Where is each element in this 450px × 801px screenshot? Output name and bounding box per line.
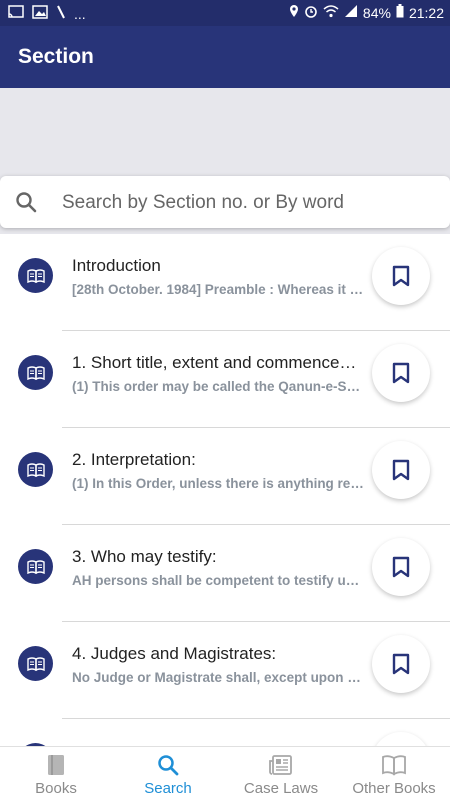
newspaper-icon: [225, 753, 337, 777]
section-excerpt: (1) This order may be called the Qanun-e…: [72, 379, 364, 394]
list-item[interactable]: 1. Short title, extent and commencement …: [0, 331, 450, 428]
bookmark-button[interactable]: [372, 732, 430, 746]
list-item[interactable]: [0, 719, 450, 746]
search-input[interactable]: [60, 186, 434, 220]
nav-label: Other Books: [352, 780, 436, 797]
book-icon: [18, 355, 53, 390]
battery-icon: [396, 4, 404, 21]
search-icon: [14, 190, 38, 219]
bookmark-icon: [392, 265, 410, 287]
clock: 21:22: [408, 4, 444, 21]
book-icon: [18, 549, 53, 584]
page-title: Section: [18, 45, 94, 68]
nav-search[interactable]: Search: [112, 747, 224, 801]
cast-icon: [8, 5, 24, 22]
list-item[interactable]: 2. Interpretation: (1) In this Order, un…: [0, 428, 450, 525]
bookmark-icon: [392, 556, 410, 578]
book-icon: [18, 258, 53, 293]
section-title: Introduction: [72, 256, 161, 275]
book-icon: [0, 753, 112, 777]
section-list: Introduction [28th October. 1984] Preamb…: [0, 234, 450, 746]
bookmark-icon: [392, 362, 410, 384]
alarm-icon: [304, 4, 318, 21]
battery-level: 84%: [362, 4, 391, 21]
image-icon: [32, 5, 48, 22]
app-bar: Section: [0, 26, 450, 88]
search-icon: [112, 753, 224, 777]
book-icon: [18, 646, 53, 681]
bookmark-icon: [392, 653, 410, 675]
list-item[interactable]: 4. Judges and Magistrates: No Judge or M…: [0, 622, 450, 719]
signal-icon: [344, 4, 358, 21]
bookmark-button[interactable]: [372, 441, 430, 499]
pen-icon: [56, 5, 66, 22]
nav-other-books[interactable]: Other Books: [338, 747, 450, 801]
wifi-icon: [323, 4, 339, 21]
open-book-icon: [338, 753, 450, 777]
bottom-navigation: Books Search Case Laws Other Books: [0, 746, 450, 801]
nav-label: Books: [35, 780, 77, 797]
bookmark-icon: [392, 459, 410, 481]
section-excerpt: [28th October. 1984] Preamble : Whereas …: [72, 282, 364, 297]
list-item[interactable]: Introduction [28th October. 1984] Preamb…: [0, 234, 450, 331]
bookmark-button[interactable]: [372, 635, 430, 693]
more-notifications: ...: [74, 5, 86, 22]
section-excerpt: No Judge or Magistrate shall, except upo…: [72, 670, 364, 685]
section-title: 3. Who may testify:: [72, 547, 217, 566]
bookmark-button[interactable]: [372, 344, 430, 402]
section-title: 2. Interpretation:: [72, 450, 196, 469]
nav-books[interactable]: Books: [0, 747, 112, 801]
bookmark-button[interactable]: [372, 538, 430, 596]
section-title: 4. Judges and Magistrates:: [72, 644, 277, 663]
nav-case-laws[interactable]: Case Laws: [225, 747, 337, 801]
location-icon: [289, 4, 299, 21]
section-excerpt: (1) In this Order, unless there is anyth…: [72, 476, 364, 491]
section-excerpt: AH persons shall be competent to testify…: [72, 573, 364, 588]
nav-label: Search: [144, 780, 192, 797]
search-bar[interactable]: [0, 176, 450, 228]
nav-label: Case Laws: [243, 780, 319, 797]
status-bar: ... 84% 21:22: [0, 0, 450, 26]
section-title: 1. Short title, extent and commencement: [72, 353, 364, 372]
book-icon: [18, 452, 53, 487]
bookmark-button[interactable]: [372, 247, 430, 305]
list-item[interactable]: 3. Who may testify: AH persons shall be …: [0, 525, 450, 622]
